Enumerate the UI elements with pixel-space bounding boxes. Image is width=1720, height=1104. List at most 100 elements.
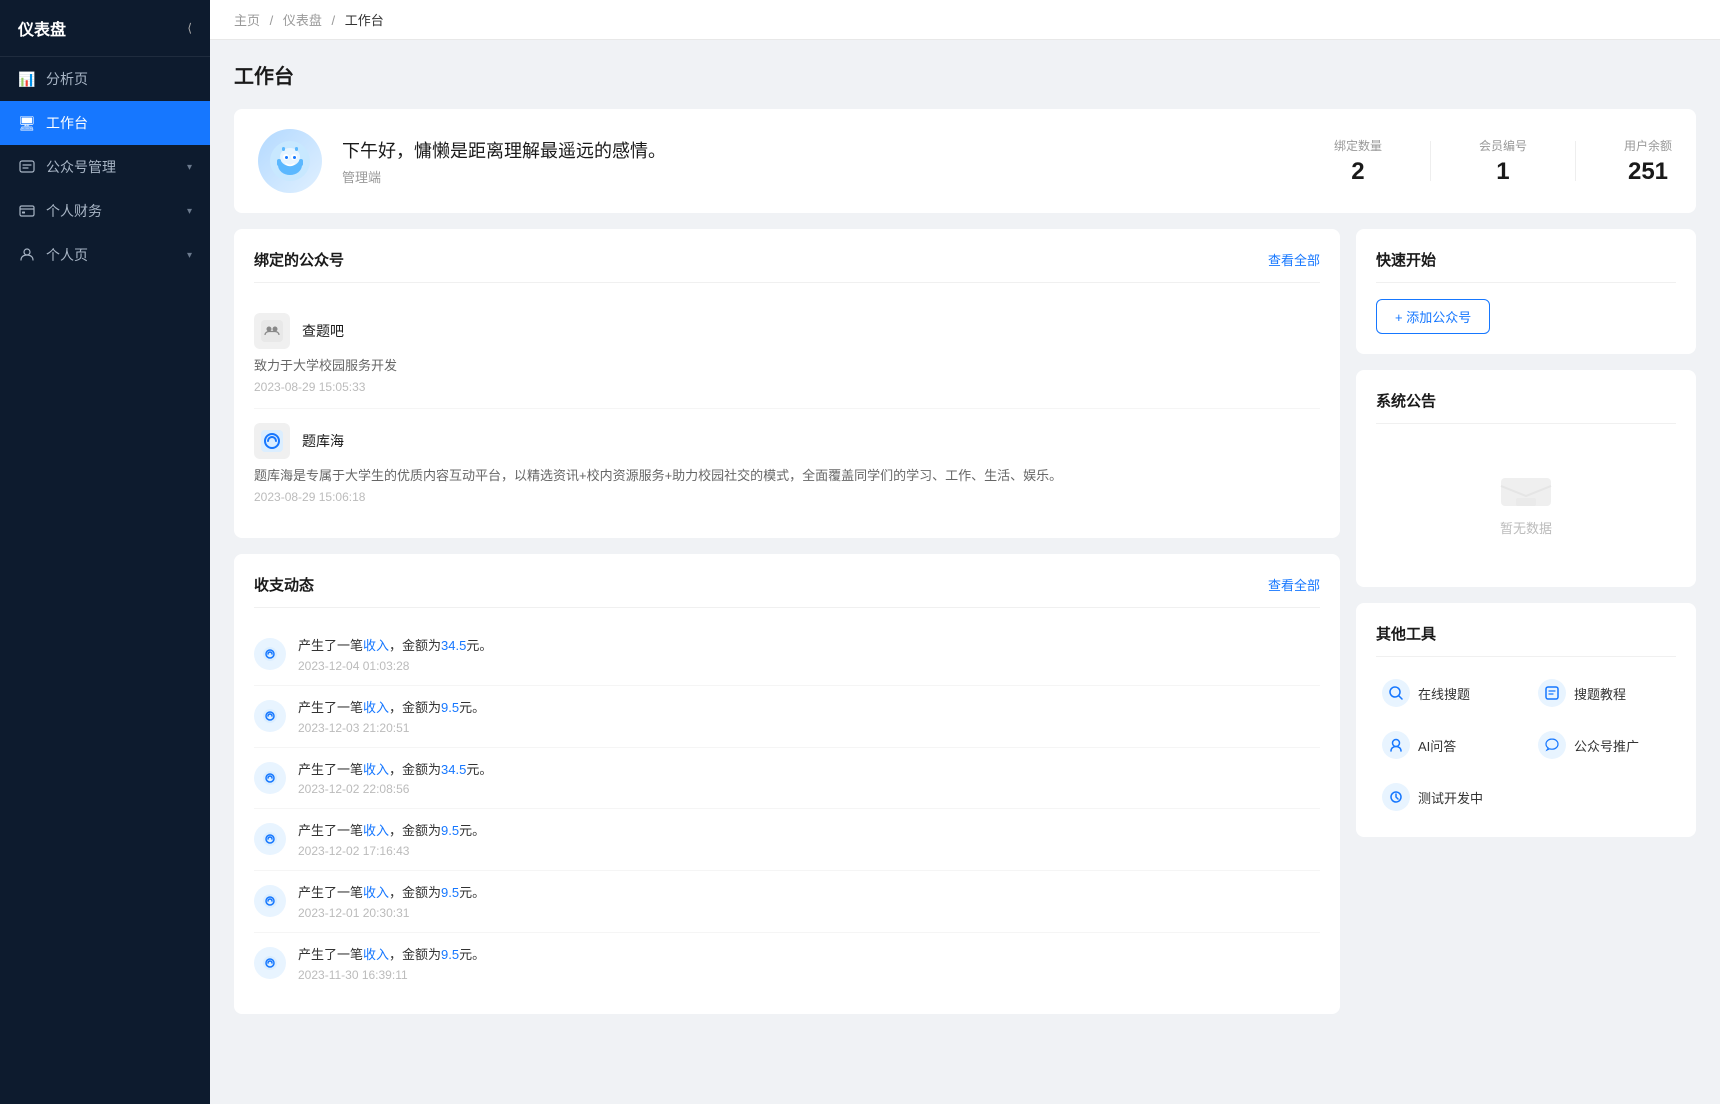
- content-area: 工作台: [210, 40, 1720, 1104]
- tool-item-online-search[interactable]: 在线搜题: [1376, 673, 1520, 713]
- income-content-4: 产生了一笔收入，金额为9.5元。 2023-12-01 20:30:31: [298, 883, 1320, 920]
- tools-header: 其他工具: [1376, 623, 1676, 657]
- account-icon-ztb: [254, 313, 290, 349]
- income-content-5: 产生了一笔收入，金额为9.5元。 2023-11-30 16:39:11: [298, 945, 1320, 982]
- main-area: 主页 / 仪表盘 / 工作台 工作台: [210, 0, 1720, 1104]
- bound-accounts-title: 绑定的公众号: [254, 249, 344, 270]
- account-header-tkh: 题库海: [254, 423, 1320, 459]
- tools-card: 其他工具 在线搜题 搜题教程 AI问答 公众号推广 测试开发中: [1356, 603, 1696, 837]
- sidebar-label-workbench: 工作台: [46, 113, 192, 133]
- system-notice-card: 系统公告 暂无数据: [1356, 370, 1696, 587]
- stat-value-bound: 2: [1334, 158, 1382, 186]
- sidebar-item-analytics[interactable]: 📊 分析页: [0, 57, 210, 101]
- income-item-5: 产生了一笔收入，金额为9.5元。 2023-11-30 16:39:11: [254, 933, 1320, 994]
- right-column: 快速开始 + 添加公众号 系统公告: [1356, 229, 1696, 1084]
- income-amount-3: 9.5: [441, 823, 459, 838]
- system-notice-header: 系统公告: [1376, 390, 1676, 424]
- stat-member-id: 会员编号 1: [1479, 137, 1527, 186]
- account-name-ztb: 查题吧: [302, 321, 344, 341]
- account-header-ztb: 查题吧: [254, 313, 1320, 349]
- welcome-card: 下午好，慵懒是距离理解最遥远的感情。 管理端 绑定数量 2 会员编号 1 用户余…: [234, 109, 1696, 213]
- tool-item-test-dev[interactable]: 测试开发中: [1376, 777, 1520, 817]
- stat-divider-2: [1575, 141, 1576, 181]
- analytics-icon: 📊: [18, 70, 36, 88]
- sidebar-item-finance[interactable]: 个人财务 ▾: [0, 189, 210, 233]
- welcome-greeting: 下午好，慵懒是距离理解最遥远的感情。: [342, 137, 1314, 163]
- account-icon-tkh: [254, 423, 290, 459]
- sidebar-logo: 仪表盘 ⟨: [0, 0, 210, 57]
- income-item-3: 产生了一笔收入，金额为9.5元。 2023-12-02 17:16:43: [254, 809, 1320, 871]
- income-text-5: 产生了一笔收入，金额为9.5元。: [298, 945, 1320, 966]
- two-col-layout: 绑定的公众号 查看全部 查题吧 致力于大学校园服务开发 2023-08-29 1…: [234, 229, 1696, 1084]
- income-keyword-2: 收入: [363, 762, 389, 777]
- breadcrumb-sep-2: /: [332, 13, 336, 28]
- quick-start-header: 快速开始: [1376, 249, 1676, 283]
- sidebar-item-wechat-mgmt[interactable]: 公众号管理 ▾: [0, 145, 210, 189]
- sidebar-label-wechat: 公众号管理: [46, 157, 187, 177]
- page-title: 工作台: [234, 60, 1696, 89]
- income-time-5: 2023-11-30 16:39:11: [298, 968, 1320, 982]
- income-amount-5: 9.5: [441, 947, 459, 962]
- sidebar-label-finance: 个人财务: [46, 201, 187, 221]
- account-desc-tkh: 题库海是专属于大学生的优质内容互动平台，以精选资讯+校内资源服务+助力校园社交的…: [254, 465, 1320, 484]
- income-amount-0: 34.5: [441, 638, 466, 653]
- income-text-0: 产生了一笔收入，金额为34.5元。: [298, 636, 1320, 657]
- stat-value-member: 1: [1479, 158, 1527, 186]
- tool-item-search-tutorial[interactable]: 搜题教程: [1532, 673, 1676, 713]
- welcome-stats: 绑定数量 2 会员编号 1 用户余额 251: [1334, 137, 1672, 186]
- tool-icon-test-dev: [1382, 783, 1410, 811]
- stat-bound-count: 绑定数量 2: [1334, 137, 1382, 186]
- income-content-0: 产生了一笔收入，金额为34.5元。 2023-12-04 01:03:28: [298, 636, 1320, 673]
- income-icon-1: [254, 700, 286, 732]
- income-keyword-5: 收入: [363, 947, 389, 962]
- stat-value-balance: 251: [1624, 158, 1672, 186]
- income-link[interactable]: 查看全部: [1268, 575, 1320, 594]
- tools-grid: 在线搜题 搜题教程 AI问答 公众号推广 测试开发中: [1376, 673, 1676, 817]
- add-account-button[interactable]: + 添加公众号: [1376, 299, 1490, 334]
- income-time-3: 2023-12-02 17:16:43: [298, 844, 1320, 858]
- income-icon-0: [254, 638, 286, 670]
- stat-divider-1: [1430, 141, 1431, 181]
- tool-label-search-tutorial: 搜题教程: [1574, 684, 1626, 703]
- sidebar-item-workbench[interactable]: 🖥 工作台: [0, 101, 210, 145]
- account-item-ztb: 查题吧 致力于大学校园服务开发 2023-08-29 15:05:33: [254, 299, 1320, 409]
- breadcrumb-dashboard[interactable]: 仪表盘: [283, 13, 322, 28]
- breadcrumb-current: 工作台: [345, 13, 384, 28]
- tool-label-wechat-promo: 公众号推广: [1574, 736, 1639, 755]
- tool-item-ai-qa[interactable]: AI问答: [1376, 725, 1520, 765]
- empty-text: 暂无数据: [1500, 518, 1552, 537]
- quick-start-title: 快速开始: [1376, 249, 1436, 270]
- income-text-2: 产生了一笔收入，金额为34.5元。: [298, 760, 1320, 781]
- breadcrumb-home[interactable]: 主页: [234, 13, 260, 28]
- income-keyword-1: 收入: [363, 700, 389, 715]
- income-text-1: 产生了一笔收入，金额为9.5元。: [298, 698, 1320, 719]
- income-content-1: 产生了一笔收入，金额为9.5元。 2023-12-03 21:20:51: [298, 698, 1320, 735]
- income-keyword-3: 收入: [363, 823, 389, 838]
- sidebar-collapse-icon[interactable]: ⟨: [187, 21, 192, 35]
- tool-item-wechat-promo[interactable]: 公众号推广: [1532, 725, 1676, 765]
- finance-arrow-icon: ▾: [187, 206, 192, 217]
- income-icon-3: [254, 823, 286, 855]
- income-keyword-0: 收入: [363, 638, 389, 653]
- income-amount-4: 9.5: [441, 885, 459, 900]
- income-title: 收支动态: [254, 574, 314, 595]
- avatar: [258, 129, 322, 193]
- stat-balance: 用户余额 251: [1624, 137, 1672, 186]
- sidebar-item-personal[interactable]: 个人页 ▾: [0, 233, 210, 277]
- personal-arrow-icon: ▾: [187, 250, 192, 261]
- income-time-4: 2023-12-01 20:30:31: [298, 906, 1320, 920]
- income-time-1: 2023-12-03 21:20:51: [298, 721, 1320, 735]
- tool-icon-ai-qa: [1382, 731, 1410, 759]
- income-text-3: 产生了一笔收入，金额为9.5元。: [298, 821, 1320, 842]
- income-item-4: 产生了一笔收入，金额为9.5元。 2023-12-01 20:30:31: [254, 871, 1320, 933]
- income-keyword-4: 收入: [363, 885, 389, 900]
- income-time-0: 2023-12-04 01:03:28: [298, 659, 1320, 673]
- bound-accounts-link[interactable]: 查看全部: [1268, 250, 1320, 269]
- income-text-4: 产生了一笔收入，金额为9.5元。: [298, 883, 1320, 904]
- sidebar-label-personal: 个人页: [46, 245, 187, 265]
- sidebar-label-analytics: 分析页: [46, 69, 192, 89]
- sidebar: 仪表盘 ⟨ 📊 分析页 🖥 工作台 公众号管理 ▾ 个人财务 ▾: [0, 0, 210, 1104]
- income-item-2: 产生了一笔收入，金额为34.5元。 2023-12-02 22:08:56: [254, 748, 1320, 810]
- account-name-tkh: 题库海: [302, 431, 344, 451]
- account-time-tkh: 2023-08-29 15:06:18: [254, 490, 1320, 504]
